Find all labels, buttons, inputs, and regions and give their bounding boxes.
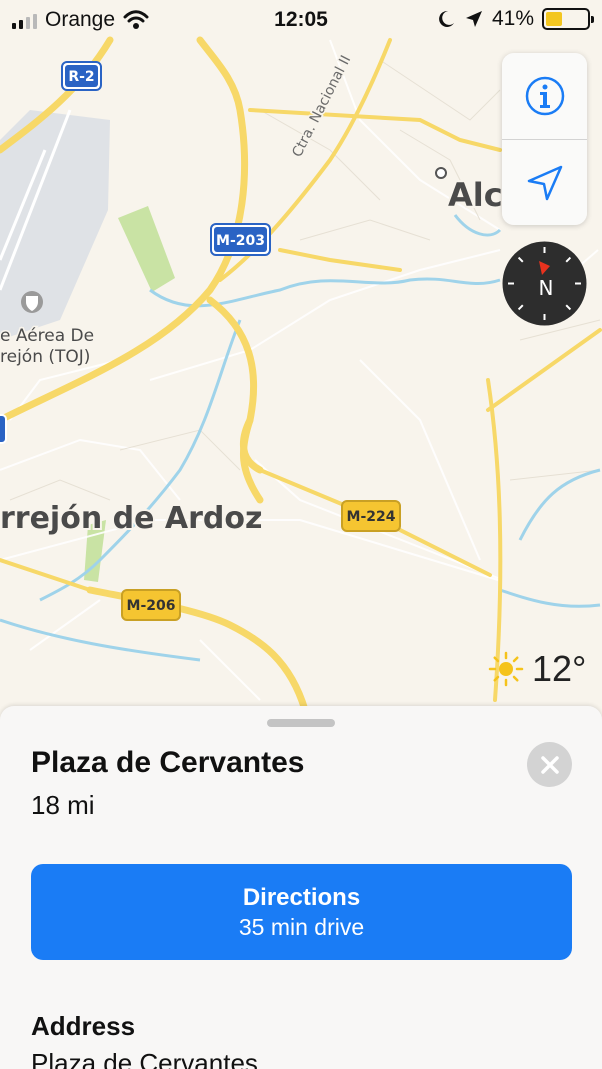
map-controls	[502, 53, 587, 225]
map-label-airbase-line1: e Aérea De	[0, 326, 94, 346]
battery-icon	[542, 8, 594, 30]
place-distance: 18 mi	[31, 790, 95, 820]
close-button[interactable]	[527, 742, 572, 787]
map-label-torrejon: rrejón de Ardoz	[0, 501, 262, 536]
town-marker-icon	[435, 167, 447, 179]
map-label-airbase-line2: rejón (TOJ)	[0, 347, 90, 367]
place-title: Plaza de Cervantes	[31, 746, 305, 779]
directions-button[interactable]: Directions 35 min drive	[31, 864, 572, 960]
status-bar: Orange 12:05 41%	[0, 0, 602, 40]
airport-marker-icon	[21, 291, 43, 313]
battery-percent: 41%	[491, 7, 534, 30]
address-line[interactable]: Plaza de Cervantes	[31, 1048, 258, 1069]
compass-button[interactable]: N	[502, 241, 587, 326]
info-button[interactable]	[502, 53, 587, 139]
sheet-grabber[interactable]	[267, 719, 335, 727]
shield-m206-label: M-206	[127, 598, 176, 614]
location-arrow-icon	[527, 165, 562, 201]
address-heading: Address	[31, 1011, 136, 1041]
info-icon	[525, 76, 564, 116]
directions-eta: 35 min drive	[238, 913, 365, 940]
shield-m203: M-203	[210, 223, 271, 256]
compass-letter: N	[539, 276, 554, 300]
shield-m206: M-206	[121, 589, 181, 621]
weather-widget: 12°	[488, 648, 586, 690]
status-right: 41%	[436, 7, 594, 31]
place-card-sheet[interactable]: Plaza de Cervantes 18 mi Directions 35 m…	[0, 706, 602, 1069]
shield-m224-label: M-224	[347, 509, 396, 525]
directions-label: Directions	[242, 883, 361, 911]
shield-r2: R-2	[61, 61, 102, 91]
shield-r2-label: R-2	[68, 69, 94, 85]
map-label-alcala: Alc	[448, 176, 503, 214]
moon-icon	[439, 10, 454, 27]
battery-level	[546, 12, 563, 26]
shield-m203-label: M-203	[216, 233, 265, 249]
close-icon	[540, 755, 559, 774]
shield-m224: M-224	[341, 500, 401, 532]
sun-icon	[488, 651, 524, 687]
compass-icon: N	[502, 241, 587, 326]
shield-r2-partial	[0, 414, 7, 444]
location-arrow-icon	[465, 11, 482, 27]
locate-button[interactable]	[502, 140, 587, 225]
weather-temperature: 12°	[532, 648, 587, 689]
